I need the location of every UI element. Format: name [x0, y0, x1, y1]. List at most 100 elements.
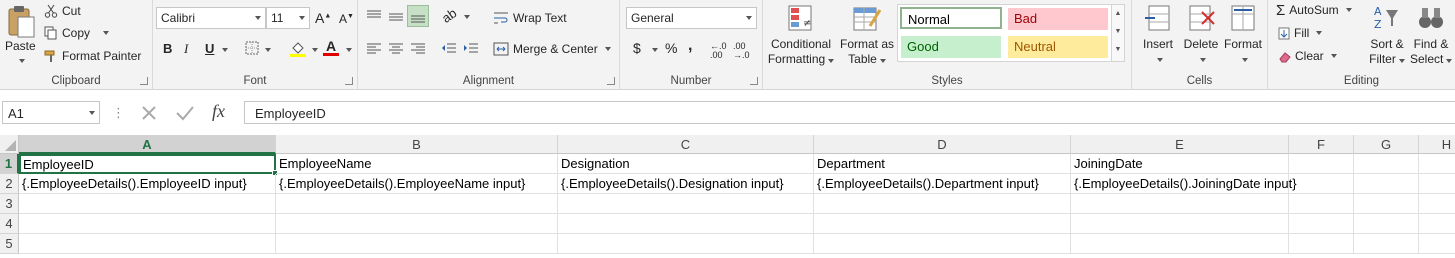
paste-dropdown-icon[interactable] — [19, 59, 25, 63]
name-box[interactable]: A1 — [2, 101, 100, 124]
insert-function-button[interactable]: fx — [212, 101, 225, 122]
cell-f1[interactable] — [1289, 154, 1354, 174]
column-header-b[interactable]: B — [276, 135, 558, 154]
align-right-icon[interactable] — [410, 42, 426, 56]
cell-e4[interactable] — [1071, 214, 1289, 234]
clipboard-dialog-launcher-icon[interactable] — [140, 77, 148, 85]
gallery-scroll-up-icon[interactable]: ▲ — [1112, 5, 1124, 23]
currency-button[interactable]: $ — [633, 40, 641, 56]
cell-g1[interactable] — [1354, 154, 1419, 174]
insert-button[interactable]: Insert — [1138, 2, 1178, 65]
autosum-dropdown-icon[interactable] — [1345, 8, 1352, 12]
increase-decimal-icon[interactable]: ←.0.00 — [710, 42, 727, 60]
name-box-dropdown-icon[interactable] — [89, 111, 95, 115]
cell-a4[interactable] — [19, 214, 276, 234]
column-header-h[interactable]: H — [1419, 135, 1455, 154]
insert-dropdown-icon[interactable] — [1156, 58, 1163, 62]
cell-d5[interactable] — [814, 234, 1071, 254]
borders-dropdown-icon[interactable] — [265, 48, 271, 52]
font-color-dropdown-icon[interactable] — [346, 48, 352, 52]
cell-e5[interactable] — [1071, 234, 1289, 254]
merge-center-button[interactable]: Merge & Center — [493, 39, 611, 59]
autosum-button[interactable]: Σ AutoSum — [1276, 0, 1352, 20]
fill-color-icon[interactable] — [290, 40, 306, 57]
middle-align-icon[interactable] — [388, 9, 404, 23]
cell-h1[interactable] — [1419, 154, 1455, 174]
cell-d4[interactable] — [814, 214, 1071, 234]
column-header-e[interactable]: E — [1071, 135, 1289, 154]
alignment-dialog-launcher-icon[interactable] — [607, 77, 615, 85]
cell-g2[interactable] — [1354, 174, 1419, 194]
select-all-button[interactable] — [0, 135, 19, 154]
cell-c2[interactable]: {.EmployeeDetails().Designation input} — [558, 174, 814, 194]
wrap-text-button[interactable]: Wrap Text — [493, 8, 567, 28]
cut-button[interactable]: Cut — [44, 1, 81, 21]
increase-font-size-icon[interactable]: A▲ — [315, 10, 331, 26]
row-header-1[interactable]: 1 — [0, 154, 19, 174]
style-bad[interactable]: Bad — [1008, 8, 1108, 30]
column-header-g[interactable]: G — [1354, 135, 1419, 154]
cell-b1[interactable]: EmployeeName — [276, 154, 558, 174]
cell-f2[interactable] — [1289, 174, 1354, 194]
cell-e3[interactable] — [1071, 194, 1289, 214]
percent-button[interactable]: % — [665, 40, 677, 56]
column-header-f[interactable]: F — [1289, 135, 1354, 154]
clear-dropdown-icon[interactable] — [1330, 54, 1337, 58]
format-button[interactable]: Format — [1222, 2, 1264, 65]
comma-style-button[interactable]: , — [688, 37, 692, 55]
cell-d2[interactable]: {.EmployeeDetails().Department input} — [814, 174, 1071, 194]
cell-e2[interactable]: {.EmployeeDetails().JoiningDate input} — [1071, 174, 1297, 194]
format-dropdown-icon[interactable] — [1241, 58, 1248, 62]
cell-f5[interactable] — [1289, 234, 1354, 254]
style-neutral[interactable]: Neutral — [1008, 36, 1108, 58]
cell-e1[interactable]: JoiningDate — [1071, 154, 1289, 174]
align-center-icon[interactable] — [388, 42, 404, 56]
cell-g3[interactable] — [1354, 194, 1419, 214]
font-dialog-launcher-icon[interactable] — [345, 77, 353, 85]
cell-a2[interactable]: {.EmployeeDetails().EmployeeID input} — [19, 174, 276, 194]
cell-h5[interactable] — [1419, 234, 1455, 254]
font-size-dropdown-icon[interactable] — [295, 8, 309, 28]
fill-dropdown-icon[interactable] — [1316, 31, 1323, 35]
cell-b3[interactable] — [276, 194, 558, 214]
row-header-4[interactable]: 4 — [0, 214, 19, 234]
sort-filter-dropdown-icon[interactable] — [1398, 59, 1405, 63]
style-normal[interactable]: Normal — [900, 7, 1002, 29]
format-as-table-dropdown-icon[interactable] — [879, 59, 886, 63]
sort-filter-button[interactable]: AZ Sort & Filter — [1366, 2, 1408, 67]
row-header-2[interactable]: 2 — [0, 174, 19, 194]
font-name-combo[interactable]: Calibri — [156, 7, 266, 29]
italic-button[interactable]: I — [184, 41, 188, 57]
gallery-scroll-down-icon[interactable]: ▼ — [1112, 23, 1124, 41]
find-select-dropdown-icon[interactable] — [1446, 59, 1453, 63]
cell-c1[interactable]: Designation — [558, 154, 814, 174]
number-format-dropdown-icon[interactable] — [742, 8, 756, 28]
top-align-icon[interactable] — [366, 9, 382, 23]
conditional-formatting-button[interactable]: ≠ Conditional Formatting — [767, 2, 835, 70]
bottom-align-button[interactable] — [407, 5, 429, 27]
delete-button[interactable]: Delete — [1180, 2, 1222, 65]
paste-button[interactable]: Paste — [4, 2, 38, 68]
fill-button[interactable]: Fill — [1278, 23, 1323, 43]
orientation-dropdown-icon[interactable] — [464, 15, 470, 19]
underline-button[interactable]: U — [205, 41, 214, 56]
font-size-combo[interactable]: 11 — [266, 7, 310, 29]
cell-d1[interactable]: Department — [814, 154, 1071, 174]
cell-f4[interactable] — [1289, 214, 1354, 234]
cell-c5[interactable] — [558, 234, 814, 254]
fill-color-dropdown-icon[interactable] — [312, 48, 318, 52]
copy-button[interactable]: Copy — [44, 23, 110, 43]
column-header-c[interactable]: C — [558, 135, 814, 154]
cell-b4[interactable] — [276, 214, 558, 234]
clear-button[interactable]: Clear — [1278, 46, 1337, 66]
cell-b5[interactable] — [276, 234, 558, 254]
merge-center-dropdown-icon[interactable] — [604, 47, 611, 51]
cell-a3[interactable] — [19, 194, 276, 214]
underline-dropdown-icon[interactable] — [222, 48, 228, 52]
formula-input[interactable]: EmployeeID — [244, 101, 1455, 124]
format-as-table-button[interactable]: Format as Table — [839, 2, 895, 70]
cancel-entry-icon[interactable] — [140, 104, 158, 122]
decrease-font-size-icon[interactable]: A▼ — [339, 12, 354, 26]
find-select-button[interactable]: Find & Select — [1410, 2, 1453, 67]
number-format-combo[interactable]: General — [626, 7, 757, 29]
